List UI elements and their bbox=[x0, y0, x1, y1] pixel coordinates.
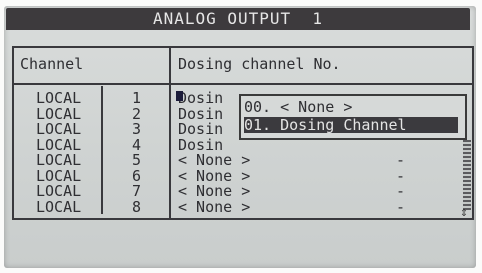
row-channel-number: 8 bbox=[132, 197, 142, 216]
row-dash: - bbox=[396, 182, 406, 200]
dosing-channel-dropdown[interactable]: 00. < None > 01. Dosing Channel bbox=[239, 94, 467, 140]
row-location: LOCAL bbox=[36, 182, 82, 200]
row-location: LOCAL bbox=[36, 89, 82, 107]
row-channel-number: 5 bbox=[132, 151, 142, 169]
header-bottom-border bbox=[12, 83, 472, 85]
dosing-channel-header: Dosing channel No. bbox=[178, 55, 341, 73]
column-separator bbox=[169, 48, 171, 218]
screen-title: ANALOG OUTPUT 1 bbox=[152, 9, 324, 28]
row-location: LOCAL bbox=[36, 151, 82, 169]
text-cursor bbox=[176, 91, 183, 101]
row-location: LOCAL bbox=[36, 197, 82, 216]
channel-header: Channel bbox=[20, 55, 84, 73]
row-channel-number: 7 bbox=[132, 182, 142, 200]
row-channel-number: 3 bbox=[132, 120, 142, 138]
row-location: LOCAL bbox=[36, 120, 82, 138]
row-dosing-value: < None > bbox=[178, 197, 251, 216]
row-dosing-value: Dosin bbox=[178, 120, 224, 138]
row-channel-number: 1 bbox=[132, 89, 142, 107]
row-dash: - bbox=[396, 197, 406, 216]
row-dosing-value: < None > bbox=[178, 182, 251, 200]
dropdown-option-dosing-channel[interactable]: 01. Dosing Channel bbox=[244, 117, 458, 133]
table-bottom-border bbox=[12, 218, 472, 220]
title-bar: ANALOG OUTPUT 1 bbox=[6, 8, 470, 30]
scrollbar[interactable] bbox=[463, 140, 471, 210]
row-dosing-value: Dosin bbox=[178, 89, 224, 107]
location-separator bbox=[101, 86, 103, 214]
row-dash: - bbox=[396, 151, 406, 169]
dropdown-option-none[interactable]: 00. < None > bbox=[244, 99, 352, 115]
row-dosing-value: < None > bbox=[178, 151, 251, 169]
